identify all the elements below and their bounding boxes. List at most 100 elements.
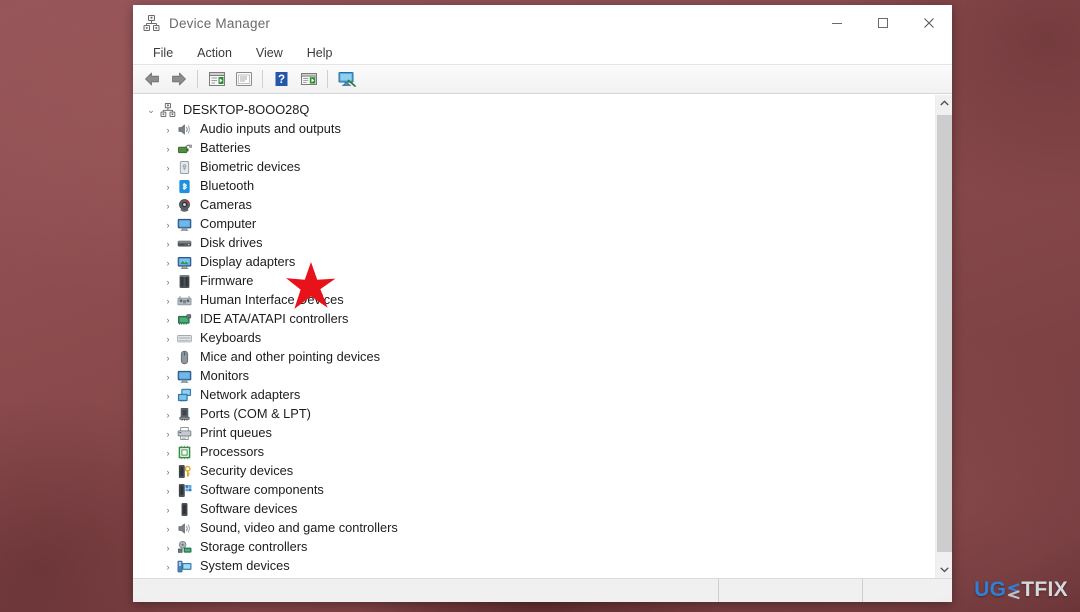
tree-item-keyboards[interactable]: › Keyboards	[133, 329, 935, 348]
scrollbar-thumb[interactable]	[937, 115, 952, 552]
tree-item-label: Computer	[200, 216, 257, 232]
tree-item-label: Display adapters	[200, 254, 296, 270]
window-controls	[814, 5, 952, 41]
tree-item-sound-video-and-game-controllers[interactable]: › Sound, video and game controllers	[133, 519, 935, 538]
toolbar-separator-2	[262, 70, 263, 88]
tree-item-audio-inputs-and-outputs[interactable]: › Audio inputs and outputs	[133, 120, 935, 139]
chevron-right-icon[interactable]: ›	[160, 521, 176, 537]
chevron-right-icon[interactable]: ›	[160, 445, 176, 461]
tree-item-network-adapters[interactable]: › Network adapters	[133, 386, 935, 405]
chevron-right-icon[interactable]: ›	[160, 464, 176, 480]
properties-icon[interactable]	[204, 67, 229, 91]
tree-item-disk-drives[interactable]: › Disk drives	[133, 234, 935, 253]
tree-item-print-queues[interactable]: › Print queues	[133, 424, 935, 443]
chevron-right-icon[interactable]: ›	[160, 388, 176, 404]
computer-root-icon	[159, 103, 176, 119]
chevron-right-icon[interactable]: ›	[160, 236, 176, 252]
tree-item-firmware[interactable]: › Firmware	[133, 272, 935, 291]
tree-item-software-devices[interactable]: › Software devices	[133, 500, 935, 519]
scan-hardware-icon[interactable]	[334, 67, 359, 91]
forward-arrow-icon[interactable]	[166, 67, 191, 91]
svg-text:?: ?	[278, 74, 285, 86]
chevron-right-icon[interactable]: ›	[160, 122, 176, 138]
printer-icon	[176, 426, 193, 442]
menu-item-help[interactable]: Help	[298, 44, 342, 62]
chevron-right-icon[interactable]: ›	[160, 559, 176, 575]
tree-item-batteries[interactable]: › Batteries	[133, 139, 935, 158]
chevron-right-icon[interactable]: ›	[160, 350, 176, 366]
minimize-button[interactable]	[814, 5, 860, 41]
chevron-right-icon[interactable]: ›	[160, 141, 176, 157]
security-device-icon	[176, 464, 193, 480]
menu-item-action[interactable]: Action	[188, 44, 241, 62]
chevron-right-icon[interactable]: ›	[160, 483, 176, 499]
keyboard-icon	[176, 331, 193, 347]
tree-item-label: Disk drives	[200, 235, 263, 251]
update-driver-icon[interactable]	[296, 67, 321, 91]
chevron-right-icon[interactable]: ›	[160, 255, 176, 271]
tree-item-computer[interactable]: › Computer	[133, 215, 935, 234]
tree-item-label: Batteries	[200, 140, 251, 156]
chevron-right-icon[interactable]: ›	[160, 407, 176, 423]
close-button[interactable]	[906, 5, 952, 41]
tree-item-display-adapters[interactable]: › Display adapters	[133, 253, 935, 272]
bluetooth-icon	[176, 179, 193, 195]
chevron-right-icon[interactable]: ›	[160, 198, 176, 214]
ugetfix-watermark: UG TFIX	[974, 578, 1068, 602]
tree-item-system-devices[interactable]: › System devices	[133, 557, 935, 576]
tree-item-processors[interactable]: › Processors	[133, 443, 935, 462]
maximize-button[interactable]	[860, 5, 906, 41]
tree-item-label: System devices	[200, 558, 290, 574]
status-pane-2	[862, 579, 952, 602]
title-bar: Device Manager	[133, 5, 952, 41]
tree-item-mice-and-other-pointing-devices[interactable]: › Mice and other pointing devices	[133, 348, 935, 367]
device-manager-window: Device Manager File Action View Help ? ⌄…	[133, 5, 952, 602]
tree-item-human-interface-devices[interactable]: › Human Interface Devices	[133, 291, 935, 310]
monitor-icon	[176, 217, 193, 233]
tree-item-label: Mice and other pointing devices	[200, 349, 380, 365]
chevron-down-icon[interactable]: ⌄	[143, 103, 159, 119]
tree-item-universal-serial-bus-controllers[interactable]: › Universal Serial Bus controllers	[133, 576, 935, 578]
chevron-right-icon[interactable]: ›	[160, 274, 176, 290]
tree-item-label: Print queues	[200, 425, 272, 441]
tree-item-bluetooth[interactable]: › Bluetooth	[133, 177, 935, 196]
chevron-right-icon[interactable]: ›	[160, 540, 176, 556]
tree-item-biometric-devices[interactable]: › Biometric devices	[133, 158, 935, 177]
tree-item-cameras[interactable]: › Cameras	[133, 196, 935, 215]
tree-item-security-devices[interactable]: › Security devices	[133, 462, 935, 481]
menu-item-view[interactable]: View	[247, 44, 292, 62]
back-arrow-icon[interactable]	[139, 67, 164, 91]
vertical-scrollbar[interactable]	[935, 95, 952, 578]
tree-item-software-components[interactable]: › Software components	[133, 481, 935, 500]
chevron-right-icon[interactable]: ›	[160, 293, 176, 309]
tree-item-ide-ata-atapi-controllers[interactable]: › IDE ATA/ATAPI controllers	[133, 310, 935, 329]
chevron-right-icon[interactable]: ›	[160, 217, 176, 233]
tree-item-storage-controllers[interactable]: › Storage controllers	[133, 538, 935, 557]
chevron-right-icon[interactable]: ›	[160, 369, 176, 385]
scroll-up-button[interactable]	[936, 95, 952, 112]
menu-bar: File Action View Help	[133, 41, 952, 64]
chevron-right-icon[interactable]: ›	[160, 179, 176, 195]
software-component-icon	[176, 483, 193, 499]
tree-item-label: Software devices	[200, 501, 298, 517]
chevron-right-icon[interactable]: ›	[160, 160, 176, 176]
status-text	[133, 579, 718, 602]
window-title: Device Manager	[169, 15, 271, 31]
tree-item-ports-com-and-lpt[interactable]: › Ports (COM & LPT)	[133, 405, 935, 424]
chevron-right-icon[interactable]: ›	[160, 578, 176, 579]
question-mark-icon[interactable]: ?	[269, 67, 294, 91]
scroll-down-button[interactable]	[936, 561, 952, 578]
sound-controller-icon	[176, 521, 193, 537]
hid-icon	[176, 293, 193, 309]
tree-item-label: Ports (COM & LPT)	[200, 406, 311, 422]
chevron-right-icon[interactable]: ›	[160, 312, 176, 328]
device-tree[interactable]: ⌄ DESKTOP-8OOO28Q › Audio inputs and out…	[133, 95, 935, 578]
chevron-right-icon[interactable]: ›	[160, 426, 176, 442]
tree-item-monitors[interactable]: › Monitors	[133, 367, 935, 386]
menu-item-file[interactable]: File	[144, 44, 182, 62]
help-window-icon[interactable]	[231, 67, 256, 91]
tree-root-node[interactable]: ⌄ DESKTOP-8OOO28Q	[133, 101, 935, 120]
chevron-right-icon[interactable]: ›	[160, 502, 176, 518]
chevron-right-icon[interactable]: ›	[160, 331, 176, 347]
tree-item-label: Firmware	[200, 273, 254, 289]
